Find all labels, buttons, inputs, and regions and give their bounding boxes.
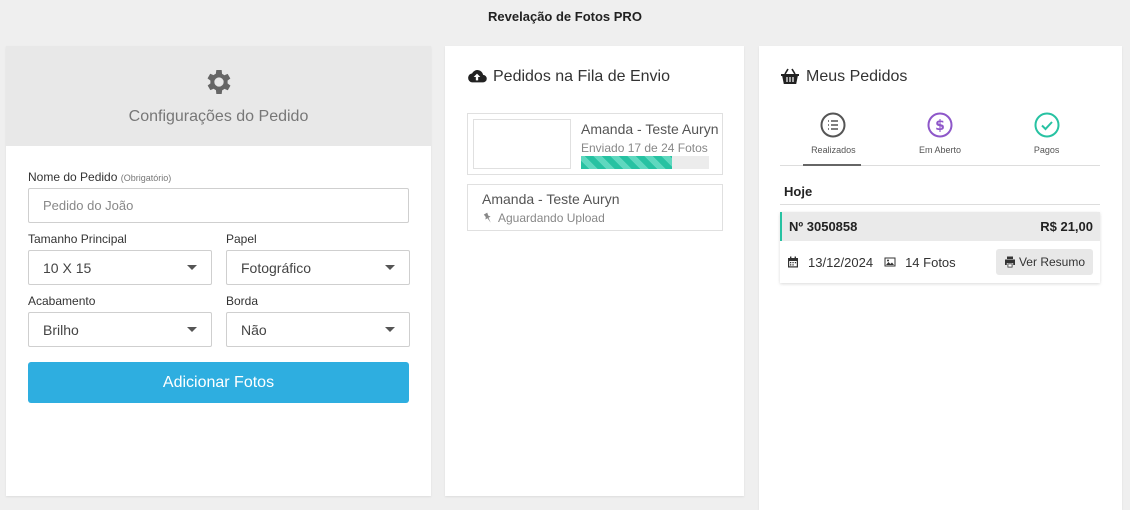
app-title: Revelação de Fotos PRO <box>488 8 642 24</box>
main-size-label: Tamanho Principal <box>28 232 127 246</box>
chevron-down-icon <box>187 265 197 270</box>
paper-select[interactable]: Fotográfico <box>226 250 410 285</box>
order-config-panel: Configurações do Pedido Nome do Pedido (… <box>6 46 431 496</box>
tab-label: Realizados <box>811 145 856 155</box>
section-heading-today: Hoje <box>780 184 1100 205</box>
printer-icon <box>1004 256 1015 268</box>
finish-select[interactable]: Brilho <box>28 312 212 347</box>
tab-realizados[interactable]: Realizados <box>780 106 887 166</box>
order-number: Nº 3050858 <box>789 219 858 234</box>
required-hint: (Obrigatório) <box>120 173 172 183</box>
upload-progress-fill <box>581 156 672 169</box>
queue-item[interactable]: Amanda - Teste Auryn Aguardando Upload <box>467 184 723 231</box>
dollar-icon: $ <box>927 112 953 138</box>
queue-title: Pedidos na Fila de Envio <box>493 68 670 85</box>
order-thumbnail <box>473 119 571 169</box>
orders-title: Meus Pedidos <box>806 68 908 85</box>
main-size-value: 10 X 15 <box>43 259 92 276</box>
chevron-down-icon <box>385 327 395 332</box>
paper-label: Papel <box>226 232 257 246</box>
cloud-upload-icon <box>468 70 487 83</box>
upload-progress-bar <box>581 156 709 169</box>
order-card: Nº 3050858 R$ 21,00 13/12/2024 14 Fotos … <box>780 212 1100 283</box>
basket-icon <box>781 68 799 84</box>
chevron-down-icon <box>385 265 395 270</box>
gear-icon <box>207 70 230 94</box>
svg-text:$: $ <box>935 118 945 134</box>
config-header: Configurações do Pedido <box>6 46 431 146</box>
image-icon <box>884 257 896 267</box>
paper-value: Fotográfico <box>241 259 312 276</box>
queue-item[interactable]: Amanda - Teste Auryn Enviado 17 de 24 Fo… <box>467 113 723 175</box>
add-photos-button[interactable]: Adicionar Fotos <box>28 362 409 403</box>
border-value: Não <box>241 321 267 338</box>
tab-em-aberto[interactable]: $ Em Aberto <box>887 106 994 165</box>
my-orders-panel: Meus Pedidos Realizados $ Em Aberto Pago… <box>759 46 1122 510</box>
order-name-input[interactable] <box>28 188 409 223</box>
queue-item-status-text: Aguardando Upload <box>498 211 605 225</box>
view-summary-button[interactable]: Ver Resumo <box>995 249 1093 275</box>
queue-item-status: Enviado 17 de 24 Fotos <box>581 141 708 155</box>
order-photo-count: 14 Fotos <box>905 254 956 270</box>
finish-value: Brilho <box>43 321 79 338</box>
calendar-icon <box>788 256 798 268</box>
order-date: 13/12/2024 <box>808 254 874 270</box>
border-label: Borda <box>226 294 259 308</box>
finish-label: Acabamento <box>28 294 96 308</box>
queue-item-name: Amanda - Teste Auryn <box>482 191 620 207</box>
queue-item-name: Amanda - Teste Auryn <box>581 121 719 137</box>
list-icon <box>820 112 846 138</box>
main-size-select[interactable]: 10 X 15 <box>28 250 212 285</box>
orders-tabs: Realizados $ Em Aberto Pagos <box>780 106 1100 166</box>
upload-queue-panel: Pedidos na Fila de Envio Amanda - Teste … <box>445 46 744 496</box>
view-summary-label: Ver Resumo <box>1018 255 1085 269</box>
border-select[interactable]: Não <box>226 312 410 347</box>
order-name-label: Nome do Pedido (Obrigatório) <box>28 170 172 184</box>
config-title: Configurações do Pedido <box>128 108 309 125</box>
order-total: R$ 21,00 <box>1040 219 1093 234</box>
pin-icon <box>483 212 491 223</box>
queue-item-status: Aguardando Upload <box>482 211 605 225</box>
tab-pagos[interactable]: Pagos <box>993 106 1100 165</box>
tab-label: Em Aberto <box>918 145 962 155</box>
tab-label: Pagos <box>1033 145 1060 155</box>
check-icon <box>1034 112 1060 138</box>
chevron-down-icon <box>187 327 197 332</box>
